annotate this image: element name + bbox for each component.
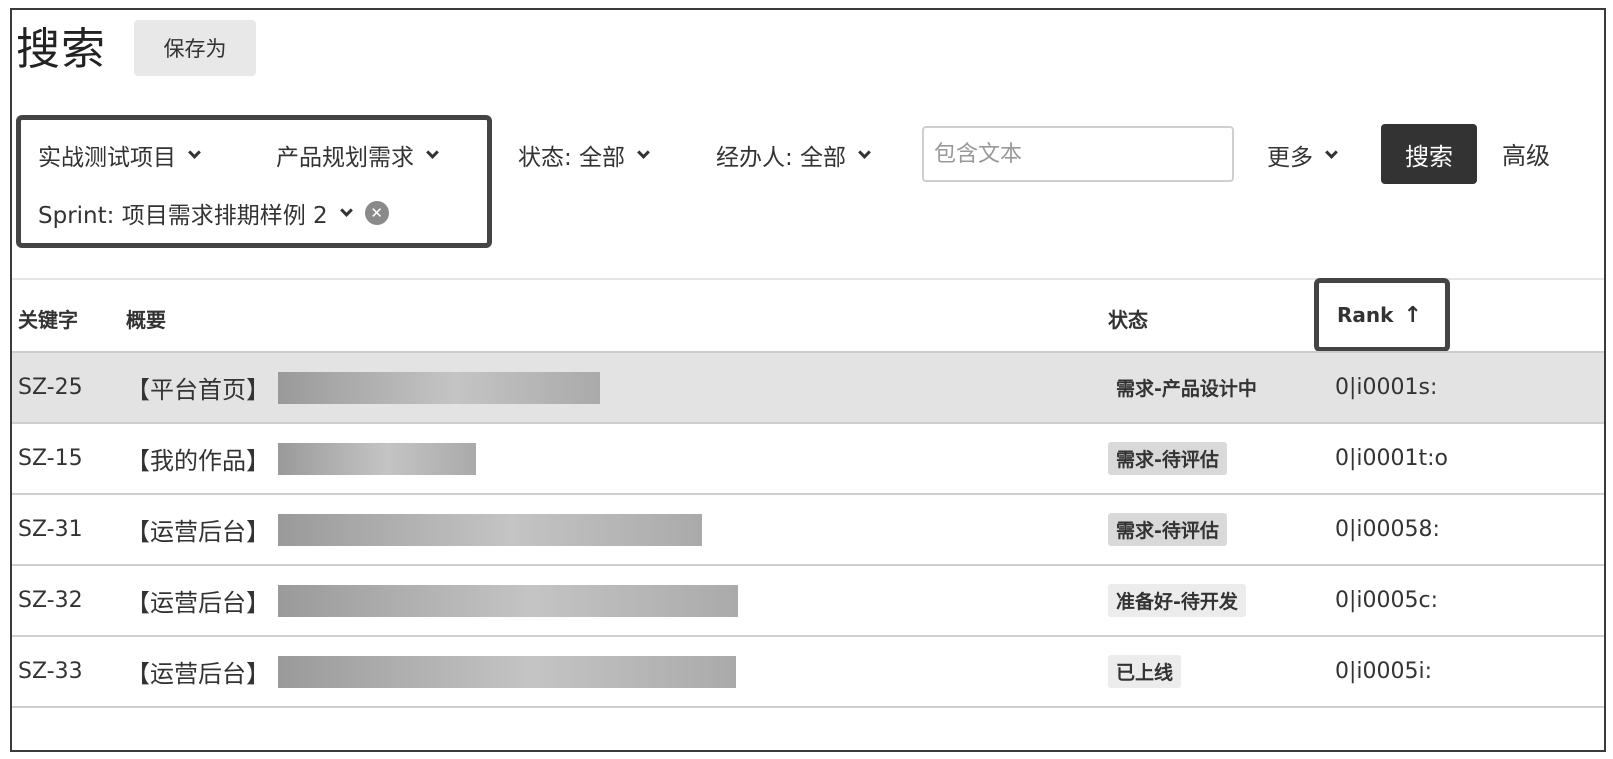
status-badge: 需求-待评估 (1108, 442, 1227, 475)
table-row[interactable]: SZ-31 【运营后台】 需求-待评估 0|i00058: (12, 495, 1604, 566)
issue-key[interactable]: SZ-31 (18, 495, 83, 564)
status-badge: 准备好-待开发 (1108, 584, 1246, 617)
issue-key[interactable]: SZ-25 (18, 353, 83, 422)
issue-key[interactable]: SZ-33 (18, 637, 83, 706)
redacted-text (278, 371, 600, 404)
sort-ascending-icon: ↑ (1403, 302, 1422, 328)
summary-text: 【我的作品】 (126, 447, 270, 475)
sprint-filter-label: Sprint: 项目需求排期样例 2 (38, 203, 328, 229)
summary-text: 【运营后台】 (126, 518, 270, 546)
chevron-down-icon (426, 145, 439, 159)
chevron-down-icon (188, 145, 201, 159)
column-header-key[interactable]: 关键字 (18, 304, 78, 333)
status-cell: 准备好-待开发 (1108, 566, 1246, 635)
issue-key[interactable]: SZ-32 (18, 566, 83, 635)
status-cell: 需求-待评估 (1108, 495, 1227, 564)
assignee-filter[interactable]: 经办人: 全部 (716, 138, 871, 172)
table-row[interactable]: SZ-15 【我的作品】 需求-待评估 0|i0001t:o (12, 424, 1604, 495)
issue-summary[interactable]: 【运营后台】 (126, 637, 736, 706)
rank-value: 0|i0005i: (1335, 659, 1433, 684)
rank-value: 0|i0001s: (1335, 375, 1438, 400)
status-badge: 需求-待评估 (1108, 513, 1227, 546)
table-row[interactable]: SZ-32 【运营后台】 准备好-待开发 0|i0005c: (12, 566, 1604, 637)
column-header-summary[interactable]: 概要 (126, 304, 166, 333)
status-filter-label: 状态: 全部 (518, 145, 626, 171)
issue-summary[interactable]: 【平台首页】 (126, 353, 600, 422)
issue-summary[interactable]: 【运营后台】 (126, 495, 702, 564)
save-as-button[interactable]: 保存为 (134, 20, 256, 76)
rank-value: 0|i0001t:o (1335, 446, 1449, 471)
summary-text: 【运营后台】 (126, 589, 270, 617)
search-page: 搜索 保存为 实战测试项目 产品规划需求 状态: 全部 经办人: 全部 Spri… (10, 8, 1606, 752)
page-title: 搜索 (16, 24, 106, 75)
advanced-search-link[interactable]: 高级 (1502, 136, 1550, 171)
project-filter-label: 实战测试项目 (38, 145, 176, 171)
assignee-filter-label: 经办人: 全部 (716, 145, 847, 171)
redacted-text (278, 442, 476, 475)
rank-header-label: Rank (1337, 303, 1394, 327)
redacted-text (278, 513, 702, 546)
clear-icon[interactable]: ✕ (364, 201, 389, 225)
status-cell: 需求-产品设计中 (1108, 353, 1265, 422)
table-row[interactable]: SZ-33 【运营后台】 已上线 0|i0005i: (12, 637, 1604, 708)
sprint-filter[interactable]: Sprint: 项目需求排期样例 2 ✕ (38, 196, 389, 230)
status-cell: 需求-待评估 (1108, 424, 1227, 493)
status-badge: 需求-产品设计中 (1116, 378, 1257, 400)
issue-summary[interactable]: 【我的作品】 (126, 424, 476, 493)
table-row[interactable]: SZ-25 【平台首页】 需求-产品设计中 0|i0001s: (12, 353, 1604, 424)
status-cell: 已上线 (1108, 637, 1182, 706)
summary-text: 【运营后台】 (126, 660, 270, 688)
project-filter[interactable]: 实战测试项目 (38, 138, 201, 172)
chevron-down-icon (858, 145, 871, 159)
rank-value: 0|i00058: (1335, 517, 1440, 542)
contains-text-input[interactable] (922, 126, 1234, 182)
chevron-down-icon (1325, 145, 1338, 159)
issue-key[interactable]: SZ-15 (18, 424, 83, 493)
search-button[interactable]: 搜索 (1381, 124, 1477, 184)
chevron-down-icon (637, 145, 650, 159)
status-badge: 已上线 (1108, 655, 1182, 688)
column-header-status[interactable]: 状态 (1108, 304, 1148, 333)
issue-type-filter-label: 产品规划需求 (276, 145, 414, 171)
status-filter[interactable]: 状态: 全部 (518, 138, 650, 172)
rank-value: 0|i0005c: (1335, 588, 1439, 613)
more-filters-label: 更多 (1267, 145, 1313, 171)
issue-summary[interactable]: 【运营后台】 (126, 566, 738, 635)
issue-type-filter[interactable]: 产品规划需求 (276, 138, 439, 172)
more-filters-dropdown[interactable]: 更多 (1267, 138, 1338, 172)
chevron-down-icon (339, 203, 353, 217)
redacted-text (278, 655, 736, 688)
redacted-text (278, 584, 738, 617)
summary-text: 【平台首页】 (126, 376, 270, 404)
column-header-rank[interactable]: Rank ↑ (1314, 278, 1450, 352)
